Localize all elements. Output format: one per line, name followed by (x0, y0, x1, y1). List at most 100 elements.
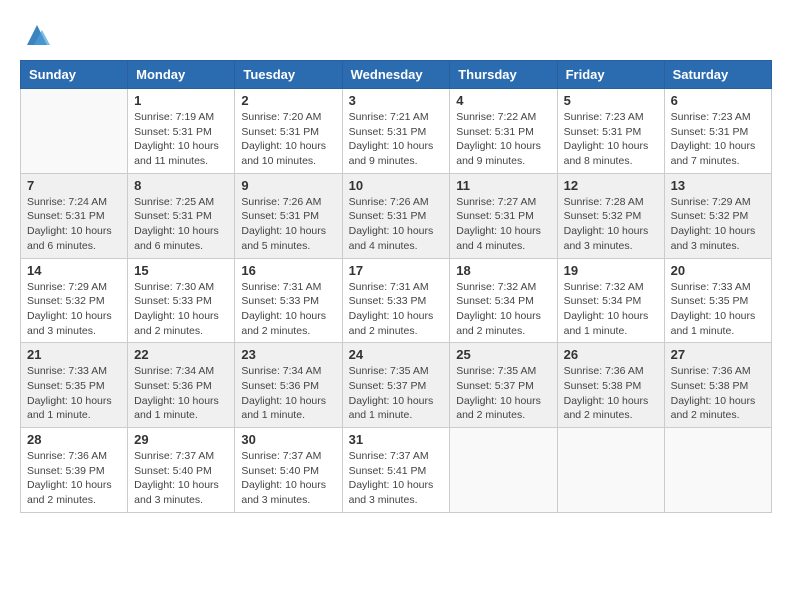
day-number: 7 (27, 178, 121, 193)
day-number: 14 (27, 263, 121, 278)
day-number: 28 (27, 432, 121, 447)
day-number: 12 (564, 178, 658, 193)
day-info: Sunrise: 7:19 AM Sunset: 5:31 PM Dayligh… (134, 110, 228, 169)
calendar-cell: 26Sunrise: 7:36 AM Sunset: 5:38 PM Dayli… (557, 343, 664, 428)
calendar-week-row: 21 Sunrise: 7:33 AM Sunset: 5:35 PM Dayli… (21, 343, 772, 428)
day-info: Sunrise: 7:36 AM Sunset: 5:38 PM Dayligh… (671, 364, 765, 423)
calendar-cell: 10Sunrise: 7:26 AM Sunset: 5:31 PM Dayli… (342, 173, 450, 258)
day-info: Sunrise: 7:23 AM Sunset: 5:31 PM Dayligh… (564, 110, 658, 169)
calendar-cell: 18Sunrise: 7:32 AM Sunset: 5:34 PM Dayli… (450, 258, 557, 343)
calendar-cell: 1 Sunrise: 7:19 AM Sunset: 5:31 PM Daylig… (128, 89, 235, 174)
day-number: 31 (349, 432, 444, 447)
day-number: 11 (456, 178, 550, 193)
day-info: Sunrise: 7:33 AM Sunset: 5:35 PM Dayligh… (27, 364, 121, 423)
day-info: Sunrise: 7:32 AM Sunset: 5:34 PM Dayligh… (564, 280, 658, 339)
calendar-cell: 30 Sunrise: 7:37 AM Sunset: 5:40 PM Dayli… (235, 428, 342, 513)
day-number: 4 (456, 93, 550, 108)
weekday-header: Thursday (450, 61, 557, 89)
day-number: 13 (671, 178, 765, 193)
calendar-cell: 25Sunrise: 7:35 AM Sunset: 5:37 PM Dayli… (450, 343, 557, 428)
day-number: 25 (456, 347, 550, 362)
calendar-cell (557, 428, 664, 513)
calendar-cell: 27 Sunrise: 7:36 AM Sunset: 5:38 PM Dayli… (664, 343, 771, 428)
calendar-week-row: 14 Sunrise: 7:29 AM Sunset: 5:32 PM Dayli… (21, 258, 772, 343)
calendar-cell: 31 Sunrise: 7:37 AM Sunset: 5:41 PM Dayli… (342, 428, 450, 513)
day-info: Sunrise: 7:29 AM Sunset: 5:32 PM Dayligh… (27, 280, 121, 339)
weekday-header: Saturday (664, 61, 771, 89)
day-info: Sunrise: 7:33 AM Sunset: 5:35 PM Dayligh… (671, 280, 765, 339)
calendar-cell: 16Sunrise: 7:31 AM Sunset: 5:33 PM Dayli… (235, 258, 342, 343)
calendar-cell: 22 Sunrise: 7:34 AM Sunset: 5:36 PM Dayli… (128, 343, 235, 428)
weekday-header: Friday (557, 61, 664, 89)
day-info: Sunrise: 7:28 AM Sunset: 5:32 PM Dayligh… (564, 195, 658, 254)
day-info: Sunrise: 7:37 AM Sunset: 5:41 PM Dayligh… (349, 449, 444, 508)
calendar-cell: 19Sunrise: 7:32 AM Sunset: 5:34 PM Dayli… (557, 258, 664, 343)
day-number: 15 (134, 263, 228, 278)
calendar-cell: 17 Sunrise: 7:31 AM Sunset: 5:33 PM Dayli… (342, 258, 450, 343)
calendar-cell: 21 Sunrise: 7:33 AM Sunset: 5:35 PM Dayli… (21, 343, 128, 428)
logo (20, 20, 52, 50)
day-info: Sunrise: 7:35 AM Sunset: 5:37 PM Dayligh… (349, 364, 444, 423)
day-info: Sunrise: 7:27 AM Sunset: 5:31 PM Dayligh… (456, 195, 550, 254)
day-info: Sunrise: 7:26 AM Sunset: 5:31 PM Dayligh… (241, 195, 335, 254)
day-info: Sunrise: 7:36 AM Sunset: 5:39 PM Dayligh… (27, 449, 121, 508)
day-info: Sunrise: 7:34 AM Sunset: 5:36 PM Dayligh… (241, 364, 335, 423)
day-info: Sunrise: 7:21 AM Sunset: 5:31 PM Dayligh… (349, 110, 444, 169)
day-number: 29 (134, 432, 228, 447)
calendar-cell: 6 Sunrise: 7:23 AM Sunset: 5:31 PM Daylig… (664, 89, 771, 174)
calendar-cell: 28 Sunrise: 7:36 AM Sunset: 5:39 PM Dayli… (21, 428, 128, 513)
day-info: Sunrise: 7:22 AM Sunset: 5:31 PM Dayligh… (456, 110, 550, 169)
calendar-cell: 20 Sunrise: 7:33 AM Sunset: 5:35 PM Dayli… (664, 258, 771, 343)
day-number: 17 (349, 263, 444, 278)
day-info: Sunrise: 7:25 AM Sunset: 5:31 PM Dayligh… (134, 195, 228, 254)
calendar-cell: 3 Sunrise: 7:21 AM Sunset: 5:31 PM Daylig… (342, 89, 450, 174)
calendar-cell: 11 Sunrise: 7:27 AM Sunset: 5:31 PM Dayli… (450, 173, 557, 258)
day-number: 20 (671, 263, 765, 278)
day-number: 22 (134, 347, 228, 362)
day-number: 3 (349, 93, 444, 108)
calendar-week-row: 7 Sunrise: 7:24 AM Sunset: 5:31 PM Daylig… (21, 173, 772, 258)
day-number: 16 (241, 263, 335, 278)
calendar-week-row: 1 Sunrise: 7:19 AM Sunset: 5:31 PM Daylig… (21, 89, 772, 174)
day-number: 6 (671, 93, 765, 108)
day-number: 9 (241, 178, 335, 193)
day-info: Sunrise: 7:37 AM Sunset: 5:40 PM Dayligh… (134, 449, 228, 508)
calendar-cell: 8 Sunrise: 7:25 AM Sunset: 5:31 PM Daylig… (128, 173, 235, 258)
day-number: 23 (241, 347, 335, 362)
calendar-cell: 13Sunrise: 7:29 AM Sunset: 5:32 PM Dayli… (664, 173, 771, 258)
day-info: Sunrise: 7:34 AM Sunset: 5:36 PM Dayligh… (134, 364, 228, 423)
calendar-cell: 7 Sunrise: 7:24 AM Sunset: 5:31 PM Daylig… (21, 173, 128, 258)
calendar-cell: 24 Sunrise: 7:35 AM Sunset: 5:37 PM Dayli… (342, 343, 450, 428)
calendar-header-row: SundayMondayTuesdayWednesdayThursdayFrid… (21, 61, 772, 89)
calendar-cell: 12 Sunrise: 7:28 AM Sunset: 5:32 PM Dayli… (557, 173, 664, 258)
day-info: Sunrise: 7:36 AM Sunset: 5:38 PM Dayligh… (564, 364, 658, 423)
day-number: 1 (134, 93, 228, 108)
day-number: 8 (134, 178, 228, 193)
day-number: 5 (564, 93, 658, 108)
weekday-header: Monday (128, 61, 235, 89)
weekday-header: Sunday (21, 61, 128, 89)
weekday-header: Wednesday (342, 61, 450, 89)
day-number: 21 (27, 347, 121, 362)
day-info: Sunrise: 7:23 AM Sunset: 5:31 PM Dayligh… (671, 110, 765, 169)
day-info: Sunrise: 7:24 AM Sunset: 5:31 PM Dayligh… (27, 195, 121, 254)
calendar-cell: 15Sunrise: 7:30 AM Sunset: 5:33 PM Dayli… (128, 258, 235, 343)
calendar-cell: 5 Sunrise: 7:23 AM Sunset: 5:31 PM Daylig… (557, 89, 664, 174)
calendar-cell: 2 Sunrise: 7:20 AM Sunset: 5:31 PM Daylig… (235, 89, 342, 174)
day-info: Sunrise: 7:37 AM Sunset: 5:40 PM Dayligh… (241, 449, 335, 508)
day-number: 30 (241, 432, 335, 447)
day-number: 2 (241, 93, 335, 108)
day-number: 24 (349, 347, 444, 362)
calendar-week-row: 28 Sunrise: 7:36 AM Sunset: 5:39 PM Dayli… (21, 428, 772, 513)
calendar-cell: 23 Sunrise: 7:34 AM Sunset: 5:36 PM Dayli… (235, 343, 342, 428)
day-number: 10 (349, 178, 444, 193)
day-info: Sunrise: 7:31 AM Sunset: 5:33 PM Dayligh… (349, 280, 444, 339)
calendar-cell: 14 Sunrise: 7:29 AM Sunset: 5:32 PM Dayli… (21, 258, 128, 343)
calendar-cell: 4 Sunrise: 7:22 AM Sunset: 5:31 PM Daylig… (450, 89, 557, 174)
day-number: 18 (456, 263, 550, 278)
calendar-cell: 9 Sunrise: 7:26 AM Sunset: 5:31 PM Daylig… (235, 173, 342, 258)
page-header (20, 20, 772, 50)
day-info: Sunrise: 7:20 AM Sunset: 5:31 PM Dayligh… (241, 110, 335, 169)
calendar-cell (21, 89, 128, 174)
day-number: 27 (671, 347, 765, 362)
